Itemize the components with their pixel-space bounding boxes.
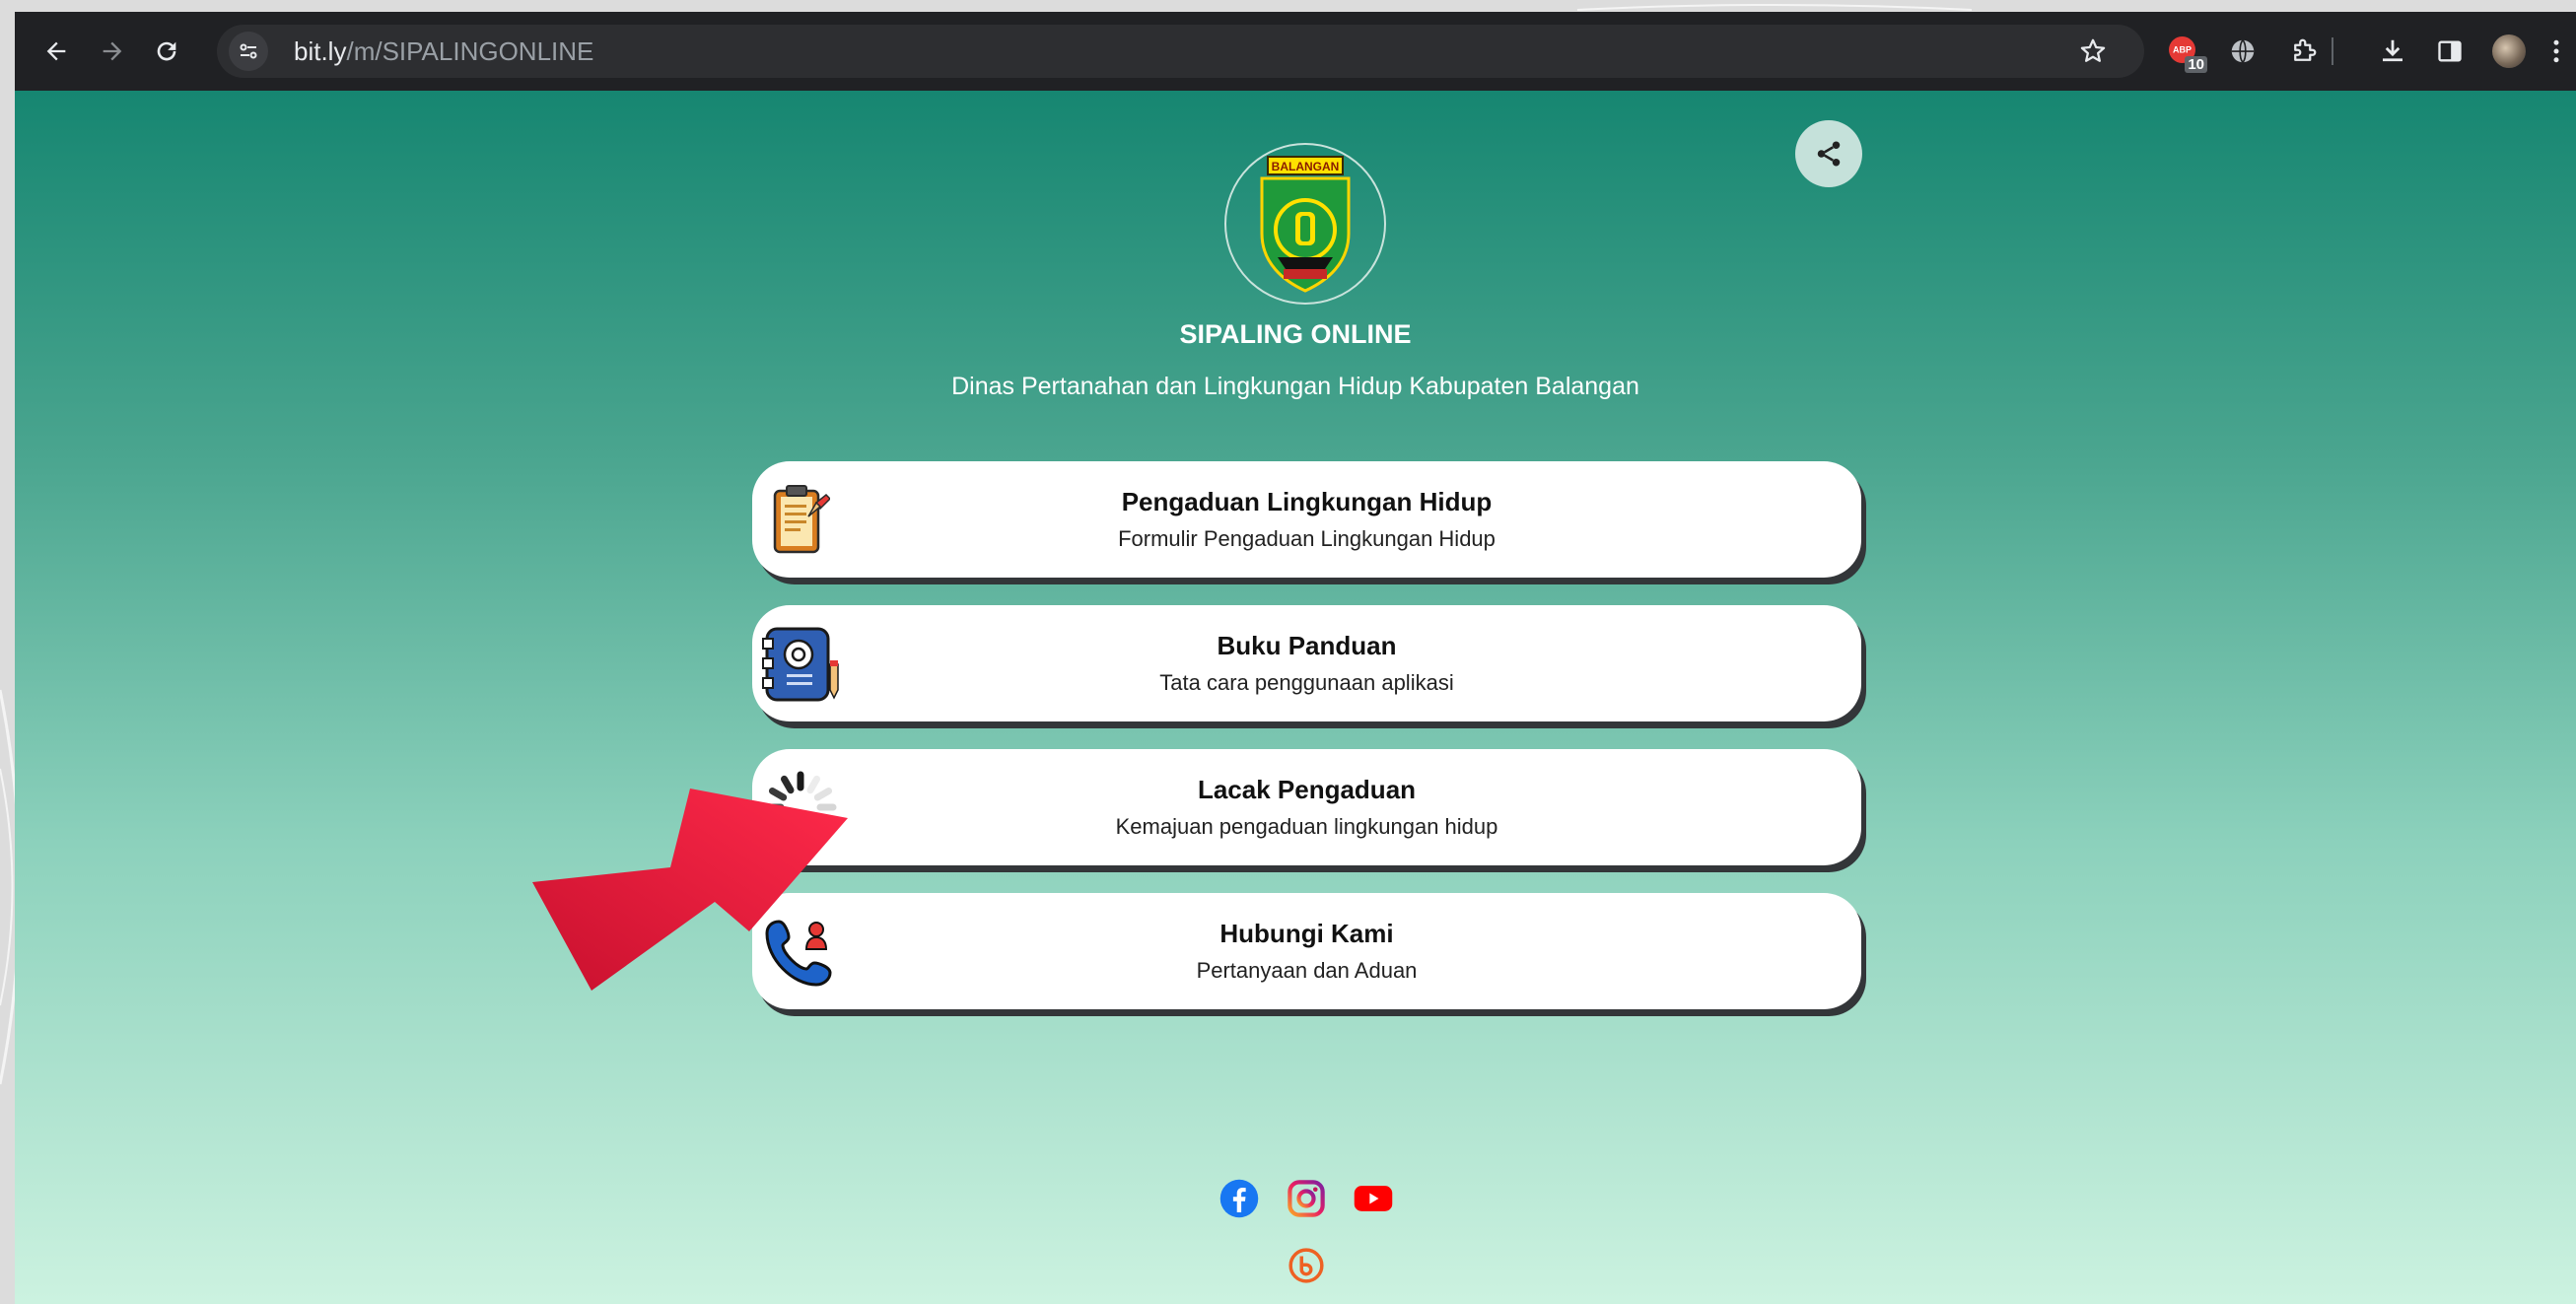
- puzzle-icon[interactable]: [2282, 30, 2326, 73]
- side-panel-icon[interactable]: [2428, 30, 2472, 73]
- browser-window: bit.ly/m/SIPALINGONLINE ABP 10 BALANGAN …: [15, 12, 2576, 1304]
- card-description: Kemajuan pengaduan lingkungan hidup: [1115, 814, 1498, 839]
- annotation-arrow: [532, 789, 848, 991]
- card-description: Pertanyaan dan Aduan: [1196, 958, 1418, 983]
- share-icon: [1817, 141, 1841, 167]
- download-icon[interactable]: [2371, 30, 2414, 73]
- link-card-hubungi-kami[interactable]: Hubungi Kami Pertanyaan dan Aduan: [752, 893, 1861, 1009]
- card-description: Formulir Pengaduan Lingkungan Hidup: [1118, 526, 1496, 551]
- balangan-emblem-icon: BALANGAN: [1260, 156, 1351, 293]
- svg-text:ABP: ABP: [2173, 45, 2192, 55]
- card-title: Buku Panduan: [1217, 631, 1397, 660]
- link-card-lacak-pengaduan[interactable]: Lacak Pengaduan Kemajuan pengaduan lingk…: [752, 749, 1861, 865]
- card-title: Hubungi Kami: [1219, 919, 1394, 948]
- site-info-icon[interactable]: [229, 32, 268, 71]
- share-button[interactable]: [1795, 120, 1862, 187]
- logo: BALANGAN: [1224, 143, 1386, 305]
- instagram-icon[interactable]: [1285, 1177, 1328, 1220]
- page-title: SIPALING ONLINE: [1179, 319, 1412, 349]
- back-icon[interactable]: [35, 30, 78, 73]
- extension-badge: 10: [2185, 56, 2207, 73]
- extension-icon[interactable]: ABP 10: [2162, 30, 2207, 73]
- logo-text: BALANGAN: [1272, 160, 1340, 173]
- facebook-icon[interactable]: [1218, 1177, 1261, 1220]
- youtube-icon[interactable]: [1352, 1177, 1395, 1220]
- toolbar-separator: [2332, 37, 2333, 65]
- avatar[interactable]: [2487, 30, 2531, 73]
- url-text[interactable]: bit.ly/m/SIPALINGONLINE: [294, 25, 593, 78]
- url-host: bit.ly: [294, 36, 347, 66]
- page-subtitle: Dinas Pertanahan dan Lingkungan Hidup Ka…: [951, 373, 1639, 400]
- url-path: /m/SIPALINGONLINE: [346, 36, 594, 66]
- forward-icon[interactable]: [91, 30, 134, 73]
- star-icon[interactable]: [2073, 32, 2113, 71]
- address-bar[interactable]: bit.ly/m/SIPALINGONLINE: [217, 25, 2144, 78]
- reload-icon[interactable]: [145, 30, 188, 73]
- bitly-icon[interactable]: [1285, 1244, 1328, 1287]
- card-title: Pengaduan Lingkungan Hidup: [1121, 487, 1493, 516]
- link-card-pengaduan[interactable]: Pengaduan Lingkungan Hidup Formulir Peng…: [752, 461, 1861, 578]
- link-card-buku-panduan[interactable]: Buku Panduan Tata cara penggunaan aplika…: [752, 605, 1861, 721]
- more-icon[interactable]: [2535, 30, 2576, 73]
- globe-icon[interactable]: [2221, 30, 2264, 73]
- browser-toolbar: bit.ly/m/SIPALINGONLINE ABP 10: [15, 12, 2576, 91]
- card-title: Lacak Pengaduan: [1197, 775, 1417, 804]
- page-viewport: BALANGAN SIPALING ONLINE Dinas Pertanaha…: [15, 91, 2576, 1304]
- card-description: Tata cara penggunaan aplikasi: [1159, 670, 1454, 695]
